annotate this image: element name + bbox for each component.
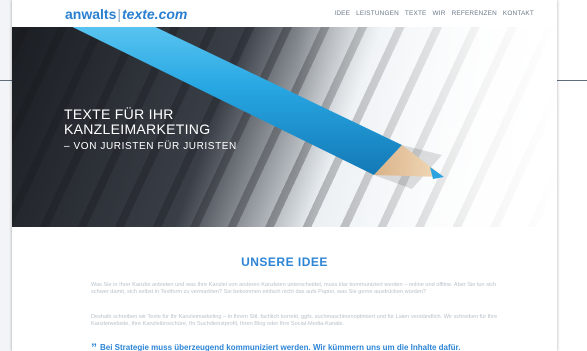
logo-word-2: texte.com <box>122 6 188 22</box>
menu-item-idee[interactable]: IDEE <box>334 10 350 17</box>
logo-separator: | <box>117 6 121 22</box>
menu-item-kontakt[interactable]: KONTAKT <box>503 10 534 17</box>
pencil-lead <box>430 167 444 179</box>
background-page-edge <box>0 0 12 351</box>
hero-headline: TEXTE FÜR IHR KANZLEIMARKETING – VON JUR… <box>64 107 237 154</box>
hero-banner: TEXTE FÜR IHR KANZLEIMARKETING – VON JUR… <box>12 27 557 227</box>
highlight-quote: ” Bei Strategie muss überzeugend kommuniz… <box>91 341 511 351</box>
idea-section: UNSERE IDEE Was Sie in Ihrer Kanzlei anb… <box>12 228 557 351</box>
hero-subline: – VON JURISTEN FÜR JURISTEN <box>64 141 237 152</box>
top-navigation: anwalts|texte.com IDEE LEISTUNGEN TEXTE … <box>12 0 557 28</box>
logo-word-1: anwalts <box>65 6 117 22</box>
site-logo[interactable]: anwalts|texte.com <box>65 6 187 22</box>
intro-paragraph-2: Deshalb schreiben wir Texte für Ihr Kanz… <box>91 314 498 327</box>
hero-line-1: TEXTE FÜR IHR <box>64 106 174 122</box>
menu-item-wir[interactable]: WIR <box>433 10 446 17</box>
main-menu: IDEE LEISTUNGEN TEXTE WIR REFERENZEN KON… <box>334 10 534 17</box>
website-page: anwalts|texte.com IDEE LEISTUNGEN TEXTE … <box>12 0 557 351</box>
menu-item-texte[interactable]: TEXTE <box>405 10 427 17</box>
menu-item-leistungen[interactable]: LEISTUNGEN <box>356 10 399 17</box>
quote-text: Bei Strategie muss überzeugend kommunizi… <box>100 343 461 351</box>
section-title: UNSERE IDEE <box>241 255 328 269</box>
menu-item-referenzen[interactable]: REFERENZEN <box>452 10 497 17</box>
intro-paragraph-1: Was Sie in Ihrer Kanzlei anbieten und wa… <box>91 282 497 295</box>
hero-line-2: KANZLEIMARKETING <box>64 121 211 137</box>
quote-mark-icon: ” <box>91 341 97 351</box>
